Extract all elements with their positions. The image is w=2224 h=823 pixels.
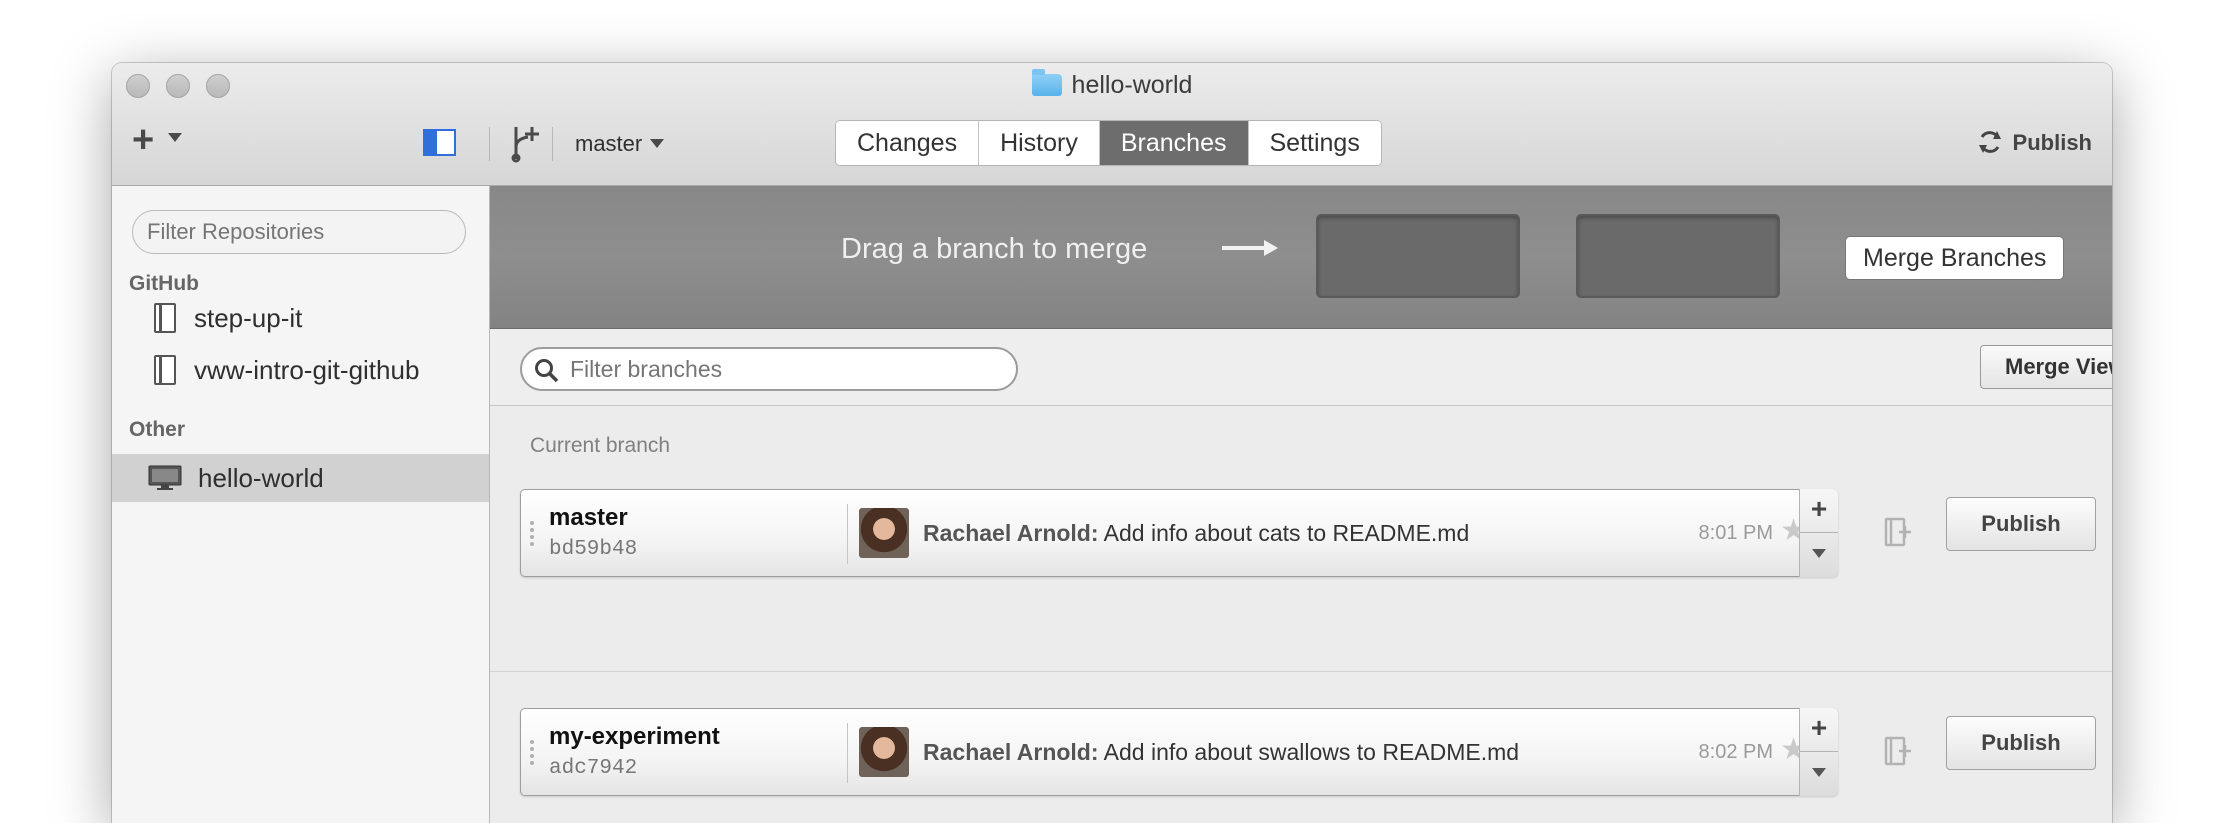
- filter-branches-input[interactable]: [520, 347, 1018, 391]
- commit-author: Rachael Arnold:: [923, 739, 1099, 765]
- drag-handle-icon[interactable]: [529, 739, 535, 767]
- commit-message: Add info about swallows to README.md: [1103, 739, 1520, 765]
- merge-view-button[interactable]: Merge View: [1980, 345, 2112, 389]
- sidebar-item-label: step-up-it: [194, 302, 303, 333]
- commit-time: 8:02 PM: [1698, 741, 1773, 763]
- search-icon: [535, 359, 559, 383]
- drag-handle-icon[interactable]: [529, 520, 535, 548]
- row-divider: [847, 723, 848, 783]
- sidebar-group-other: Other: [129, 418, 186, 441]
- merge-target-slot[interactable]: [1576, 214, 1780, 298]
- merge-branches-button[interactable]: Merge Branches: [1845, 236, 2065, 280]
- sidebar-item-vww-intro-git-github[interactable]: vww-intro-git-github: [112, 346, 489, 394]
- merge-view-label: Merge View: [2005, 354, 2112, 379]
- tab-history[interactable]: History: [979, 121, 1100, 165]
- commit-summary: Rachael Arnold: Add info about swallows …: [923, 739, 1519, 766]
- branch-sha: adc7942: [549, 757, 638, 780]
- view-tabs: Changes History Branches Settings: [835, 120, 1382, 166]
- branch-selector-label: master: [575, 131, 643, 156]
- compare-icon[interactable]: [1883, 735, 1913, 769]
- chevron-down-icon[interactable]: [1812, 768, 1826, 777]
- sidebar-item-hello-world[interactable]: hello-world: [112, 454, 489, 502]
- sidebar-item-step-up-it[interactable]: step-up-it: [112, 294, 489, 342]
- branch-name: master: [549, 504, 628, 531]
- tab-changes[interactable]: Changes: [836, 121, 980, 165]
- row-divider: [847, 504, 848, 564]
- branch-row-my-experiment[interactable]: my-experiment adc7942 Rachael Arnold: Ad…: [520, 708, 1838, 796]
- branch-row-master[interactable]: master bd59b48 Rachael Arnold: Add info …: [520, 489, 1838, 577]
- branch-add-icon[interactable]: [508, 123, 544, 163]
- sidebar-toggle-icon[interactable]: [423, 129, 456, 156]
- add-menu-caret-icon[interactable]: [168, 133, 182, 142]
- branch-selector[interactable]: master: [575, 131, 665, 157]
- monitor-icon: [148, 465, 182, 490]
- sidebar-item-label: vww-intro-git-github: [194, 354, 420, 385]
- sync-icon: [1978, 131, 2001, 153]
- folder-icon: [1031, 69, 1062, 96]
- branch-row-stepper: +: [1799, 708, 1838, 796]
- branch-list: Current branch master bd59b48 Rachael Ar…: [490, 406, 2112, 823]
- branch-sha: bd59b48: [549, 538, 638, 561]
- chevron-down-icon: [650, 139, 665, 148]
- toolbar-separator: [489, 127, 490, 161]
- branch-name: my-experiment: [549, 723, 720, 750]
- titlebar: hello-world + master Changes History Bra…: [112, 63, 2112, 186]
- sidebar-item-label: hello-world: [198, 462, 324, 493]
- sync-publish-button[interactable]: Publish: [1977, 129, 2092, 156]
- chevron-down-icon[interactable]: [1812, 549, 1826, 558]
- branches-toolbar: Merge View: [490, 329, 2112, 406]
- avatar: [859, 508, 909, 558]
- merge-hint: Drag a branch to merge: [841, 233, 1148, 265]
- branch-row-stepper: +: [1799, 489, 1838, 577]
- section-divider: [490, 671, 2112, 672]
- toolbar-separator: [552, 127, 553, 161]
- filter-repositories-input[interactable]: [132, 210, 466, 254]
- publish-branch-button[interactable]: Publish: [1946, 716, 2096, 770]
- current-branch-label: Current branch: [530, 434, 671, 457]
- arrow-right-icon: [1222, 240, 1278, 256]
- publish-label: Publish: [2012, 130, 2092, 155]
- tab-branches[interactable]: Branches: [1099, 121, 1249, 165]
- plus-icon[interactable]: +: [132, 121, 154, 159]
- commit-author: Rachael Arnold:: [923, 520, 1099, 546]
- sidebar: GitHub step-up-it vww-intro-git-github O…: [112, 186, 490, 823]
- avatar: [859, 727, 909, 777]
- publish-branch-button[interactable]: Publish: [1946, 497, 2096, 551]
- compare-icon[interactable]: [1883, 516, 1913, 550]
- expand-plus-button[interactable]: +: [1800, 708, 1838, 752]
- tab-settings[interactable]: Settings: [1248, 121, 1381, 165]
- app-window: hello-world + master Changes History Bra…: [112, 63, 2112, 823]
- merge-source-slot[interactable]: [1316, 214, 1520, 298]
- repo-icon: [154, 355, 176, 385]
- expand-plus-button[interactable]: +: [1800, 489, 1838, 533]
- window-title: hello-world: [112, 69, 2112, 100]
- commit-time: 8:01 PM: [1698, 522, 1773, 544]
- window-title-text: hello-world: [1071, 71, 1193, 99]
- sidebar-group-github: GitHub: [129, 272, 199, 295]
- commit-summary: Rachael Arnold: Add info about cats to R…: [923, 520, 1469, 547]
- merge-drop-area: Drag a branch to merge Merge Branches: [490, 186, 2112, 329]
- repo-icon: [154, 303, 176, 333]
- commit-message: Add info about cats to README.md: [1103, 520, 1470, 546]
